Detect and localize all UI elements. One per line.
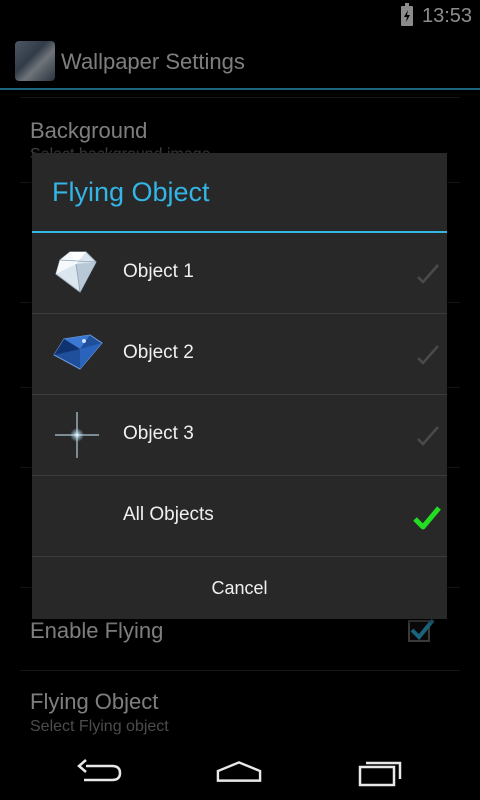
blue-diamond-icon xyxy=(53,334,103,370)
recent-apps-icon[interactable] xyxy=(358,757,404,787)
cancel-button[interactable]: Cancel xyxy=(32,558,447,619)
checkmark-icon[interactable] xyxy=(412,342,442,370)
option-label: Object 1 xyxy=(123,261,194,282)
option-object-3[interactable]: Object 3 xyxy=(32,395,447,476)
option-object-2[interactable]: Object 2 xyxy=(32,314,447,395)
option-label: Object 3 xyxy=(123,423,194,444)
dialog-title: Flying Object xyxy=(52,177,210,207)
checkmark-icon[interactable] xyxy=(412,423,442,451)
back-icon[interactable] xyxy=(76,757,122,787)
option-object-1[interactable]: Object 1 xyxy=(32,233,447,314)
white-diamond-icon xyxy=(55,251,97,293)
option-all-objects[interactable]: All Objects xyxy=(32,476,447,557)
flying-object-dialog: Flying Object Object 1 Object 2 Object 3… xyxy=(32,153,447,619)
checkmark-icon[interactable] xyxy=(412,261,442,289)
option-label: Object 2 xyxy=(123,342,194,363)
navigation-bar xyxy=(0,742,480,800)
home-icon[interactable] xyxy=(216,757,262,787)
checkmark-selected-icon[interactable] xyxy=(412,504,442,532)
option-label: All Objects xyxy=(123,504,214,525)
sparkle-star-icon xyxy=(55,412,99,458)
